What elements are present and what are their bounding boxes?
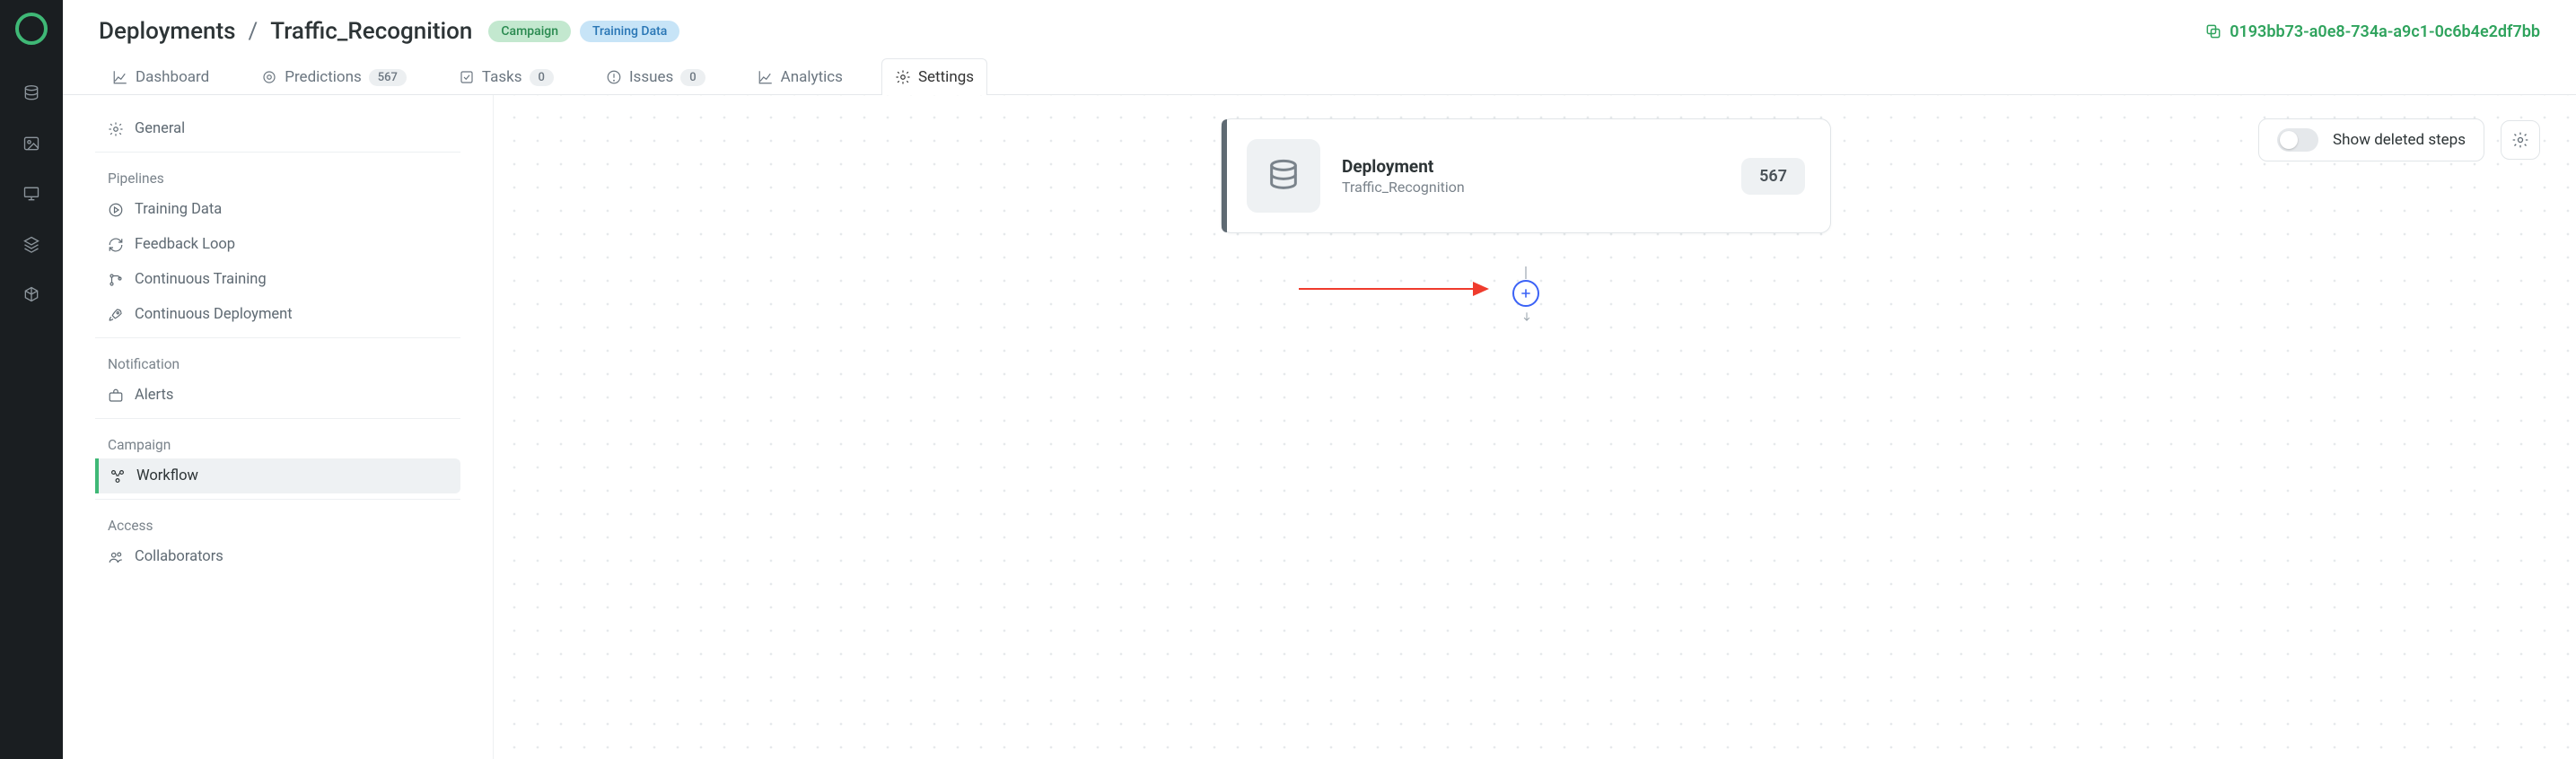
briefcase-icon <box>108 388 124 404</box>
tab-label: Issues <box>629 68 673 86</box>
header-tags: Campaign Training Data <box>488 21 679 42</box>
play-circle-icon <box>108 202 124 218</box>
tab-dashboard[interactable]: Dashboard <box>99 58 223 95</box>
sidebar-group-notification: Notification <box>95 344 460 378</box>
workflow-node-text: Deployment Traffic_Recognition <box>1342 156 1720 196</box>
breadcrumb-separator: / <box>249 18 258 45</box>
sidebar-item-continuous-deployment[interactable]: Continuous Deployment <box>95 297 460 332</box>
sidebar-item-label: Workflow <box>136 467 198 484</box>
sidebar-item-collaborators[interactable]: Collaborators <box>95 539 460 574</box>
toggle-switch[interactable] <box>2277 128 2318 152</box>
sidebar-separator <box>95 499 460 500</box>
chart-line-icon <box>112 69 128 85</box>
gear-icon <box>2511 131 2529 149</box>
workflow-node-count: 567 <box>1741 158 1805 195</box>
canvas-settings-button[interactable] <box>2501 120 2540 160</box>
tab-bar: Dashboard Predictions 567 Tasks 0 Issues… <box>63 45 2576 95</box>
tab-label: Analytics <box>781 68 843 86</box>
breadcrumb-leaf[interactable]: Traffic_Recognition <box>270 18 472 45</box>
canvas-controls: Show deleted steps <box>2258 118 2540 161</box>
target-icon <box>261 69 277 85</box>
tab-label: Tasks <box>482 68 522 86</box>
layers-icon[interactable] <box>21 233 42 255</box>
sidebar-item-label: Training Data <box>135 201 222 218</box>
page-header: Deployments / Traffic_Recognition Campai… <box>63 0 2576 45</box>
gear-icon <box>895 69 911 85</box>
workflow-node-deployment[interactable]: Deployment Traffic_Recognition 567 <box>1221 118 1831 233</box>
app-logo[interactable] <box>15 13 48 45</box>
sidebar-item-label: Continuous Deployment <box>135 306 293 323</box>
breadcrumb: Deployments / Traffic_Recognition Campai… <box>99 18 679 45</box>
sidebar-separator <box>95 418 460 419</box>
alert-circle-icon <box>606 69 622 85</box>
database-icon[interactable] <box>21 83 42 104</box>
plus-icon <box>1519 286 1533 301</box>
rocket-icon <box>108 307 124 323</box>
sidebar-item-alerts[interactable]: Alerts <box>95 378 460 413</box>
settings-sidebar: General Pipelines Training Data Feedback… <box>63 95 494 759</box>
sidebar-separator <box>95 152 460 153</box>
arrow-down-icon <box>1520 309 1533 325</box>
sidebar-item-training-data[interactable]: Training Data <box>95 192 460 227</box>
deployment-id-copy[interactable]: 0193bb73-a0e8-734a-a9c1-0c6b4e2df7bb <box>2204 22 2540 41</box>
sidebar-item-feedback-loop[interactable]: Feedback Loop <box>95 227 460 262</box>
workflow-canvas[interactable]: Show deleted steps Deployment Traffic_Re… <box>494 95 2576 759</box>
tab-settings[interactable]: Settings <box>881 58 987 95</box>
users-icon <box>108 549 124 565</box>
workflow-icon <box>110 468 126 484</box>
deployment-id-text: 0193bb73-a0e8-734a-a9c1-0c6b4e2df7bb <box>2230 22 2540 41</box>
sidebar-group-pipelines: Pipelines <box>95 158 460 192</box>
tab-count: 0 <box>530 69 554 86</box>
sidebar-group-access: Access <box>95 505 460 539</box>
sidebar-item-label: Alerts <box>135 387 173 404</box>
connector-line <box>1525 266 1527 279</box>
sidebar-group-campaign: Campaign <box>95 424 460 458</box>
tab-analytics[interactable]: Analytics <box>744 58 856 95</box>
copy-icon <box>2204 22 2222 40</box>
main-area: Deployments / Traffic_Recognition Campai… <box>63 0 2576 759</box>
presentation-icon[interactable] <box>21 183 42 205</box>
annotation-arrow <box>1299 288 1487 290</box>
sidebar-item-label: Collaborators <box>135 548 223 565</box>
database-icon <box>1247 139 1320 213</box>
sidebar-item-workflow[interactable]: Workflow <box>95 458 460 493</box>
tab-label: Predictions <box>285 68 362 86</box>
workflow-node-subtitle: Traffic_Recognition <box>1342 179 1720 196</box>
tab-issues[interactable]: Issues 0 <box>592 58 719 95</box>
left-rail <box>0 0 63 759</box>
workflow-node-title: Deployment <box>1342 156 1720 177</box>
toggle-show-deleted-steps[interactable]: Show deleted steps <box>2258 118 2484 161</box>
sidebar-item-continuous-training[interactable]: Continuous Training <box>95 262 460 297</box>
box-icon[interactable] <box>21 284 42 305</box>
sidebar-item-label: Continuous Training <box>135 271 267 288</box>
sidebar-item-general[interactable]: General <box>95 111 460 146</box>
breadcrumb-root[interactable]: Deployments <box>99 18 236 45</box>
rail-nav <box>21 83 42 305</box>
refresh-icon <box>108 237 124 253</box>
sidebar-item-label: Feedback Loop <box>135 236 235 253</box>
chart-line-icon <box>758 69 774 85</box>
tab-predictions[interactable]: Predictions 567 <box>248 58 420 95</box>
sidebar-item-label: General <box>135 120 185 137</box>
connector-arrow-down <box>1520 309 1533 328</box>
tab-count: 0 <box>680 69 705 86</box>
tab-label: Dashboard <box>136 68 209 86</box>
gear-icon <box>108 121 124 137</box>
tag-campaign: Campaign <box>488 21 571 42</box>
tab-label: Settings <box>918 68 974 86</box>
settings-body: General Pipelines Training Data Feedback… <box>63 95 2576 759</box>
tab-count: 567 <box>369 69 407 86</box>
tag-training-data: Training Data <box>580 21 679 42</box>
add-step-button[interactable] <box>1512 280 1539 307</box>
branch-icon <box>108 272 124 288</box>
tab-tasks[interactable]: Tasks 0 <box>445 58 567 95</box>
sidebar-separator <box>95 337 460 338</box>
checklist-icon <box>459 69 475 85</box>
toggle-label: Show deleted steps <box>2333 131 2466 149</box>
image-icon[interactable] <box>21 133 42 154</box>
